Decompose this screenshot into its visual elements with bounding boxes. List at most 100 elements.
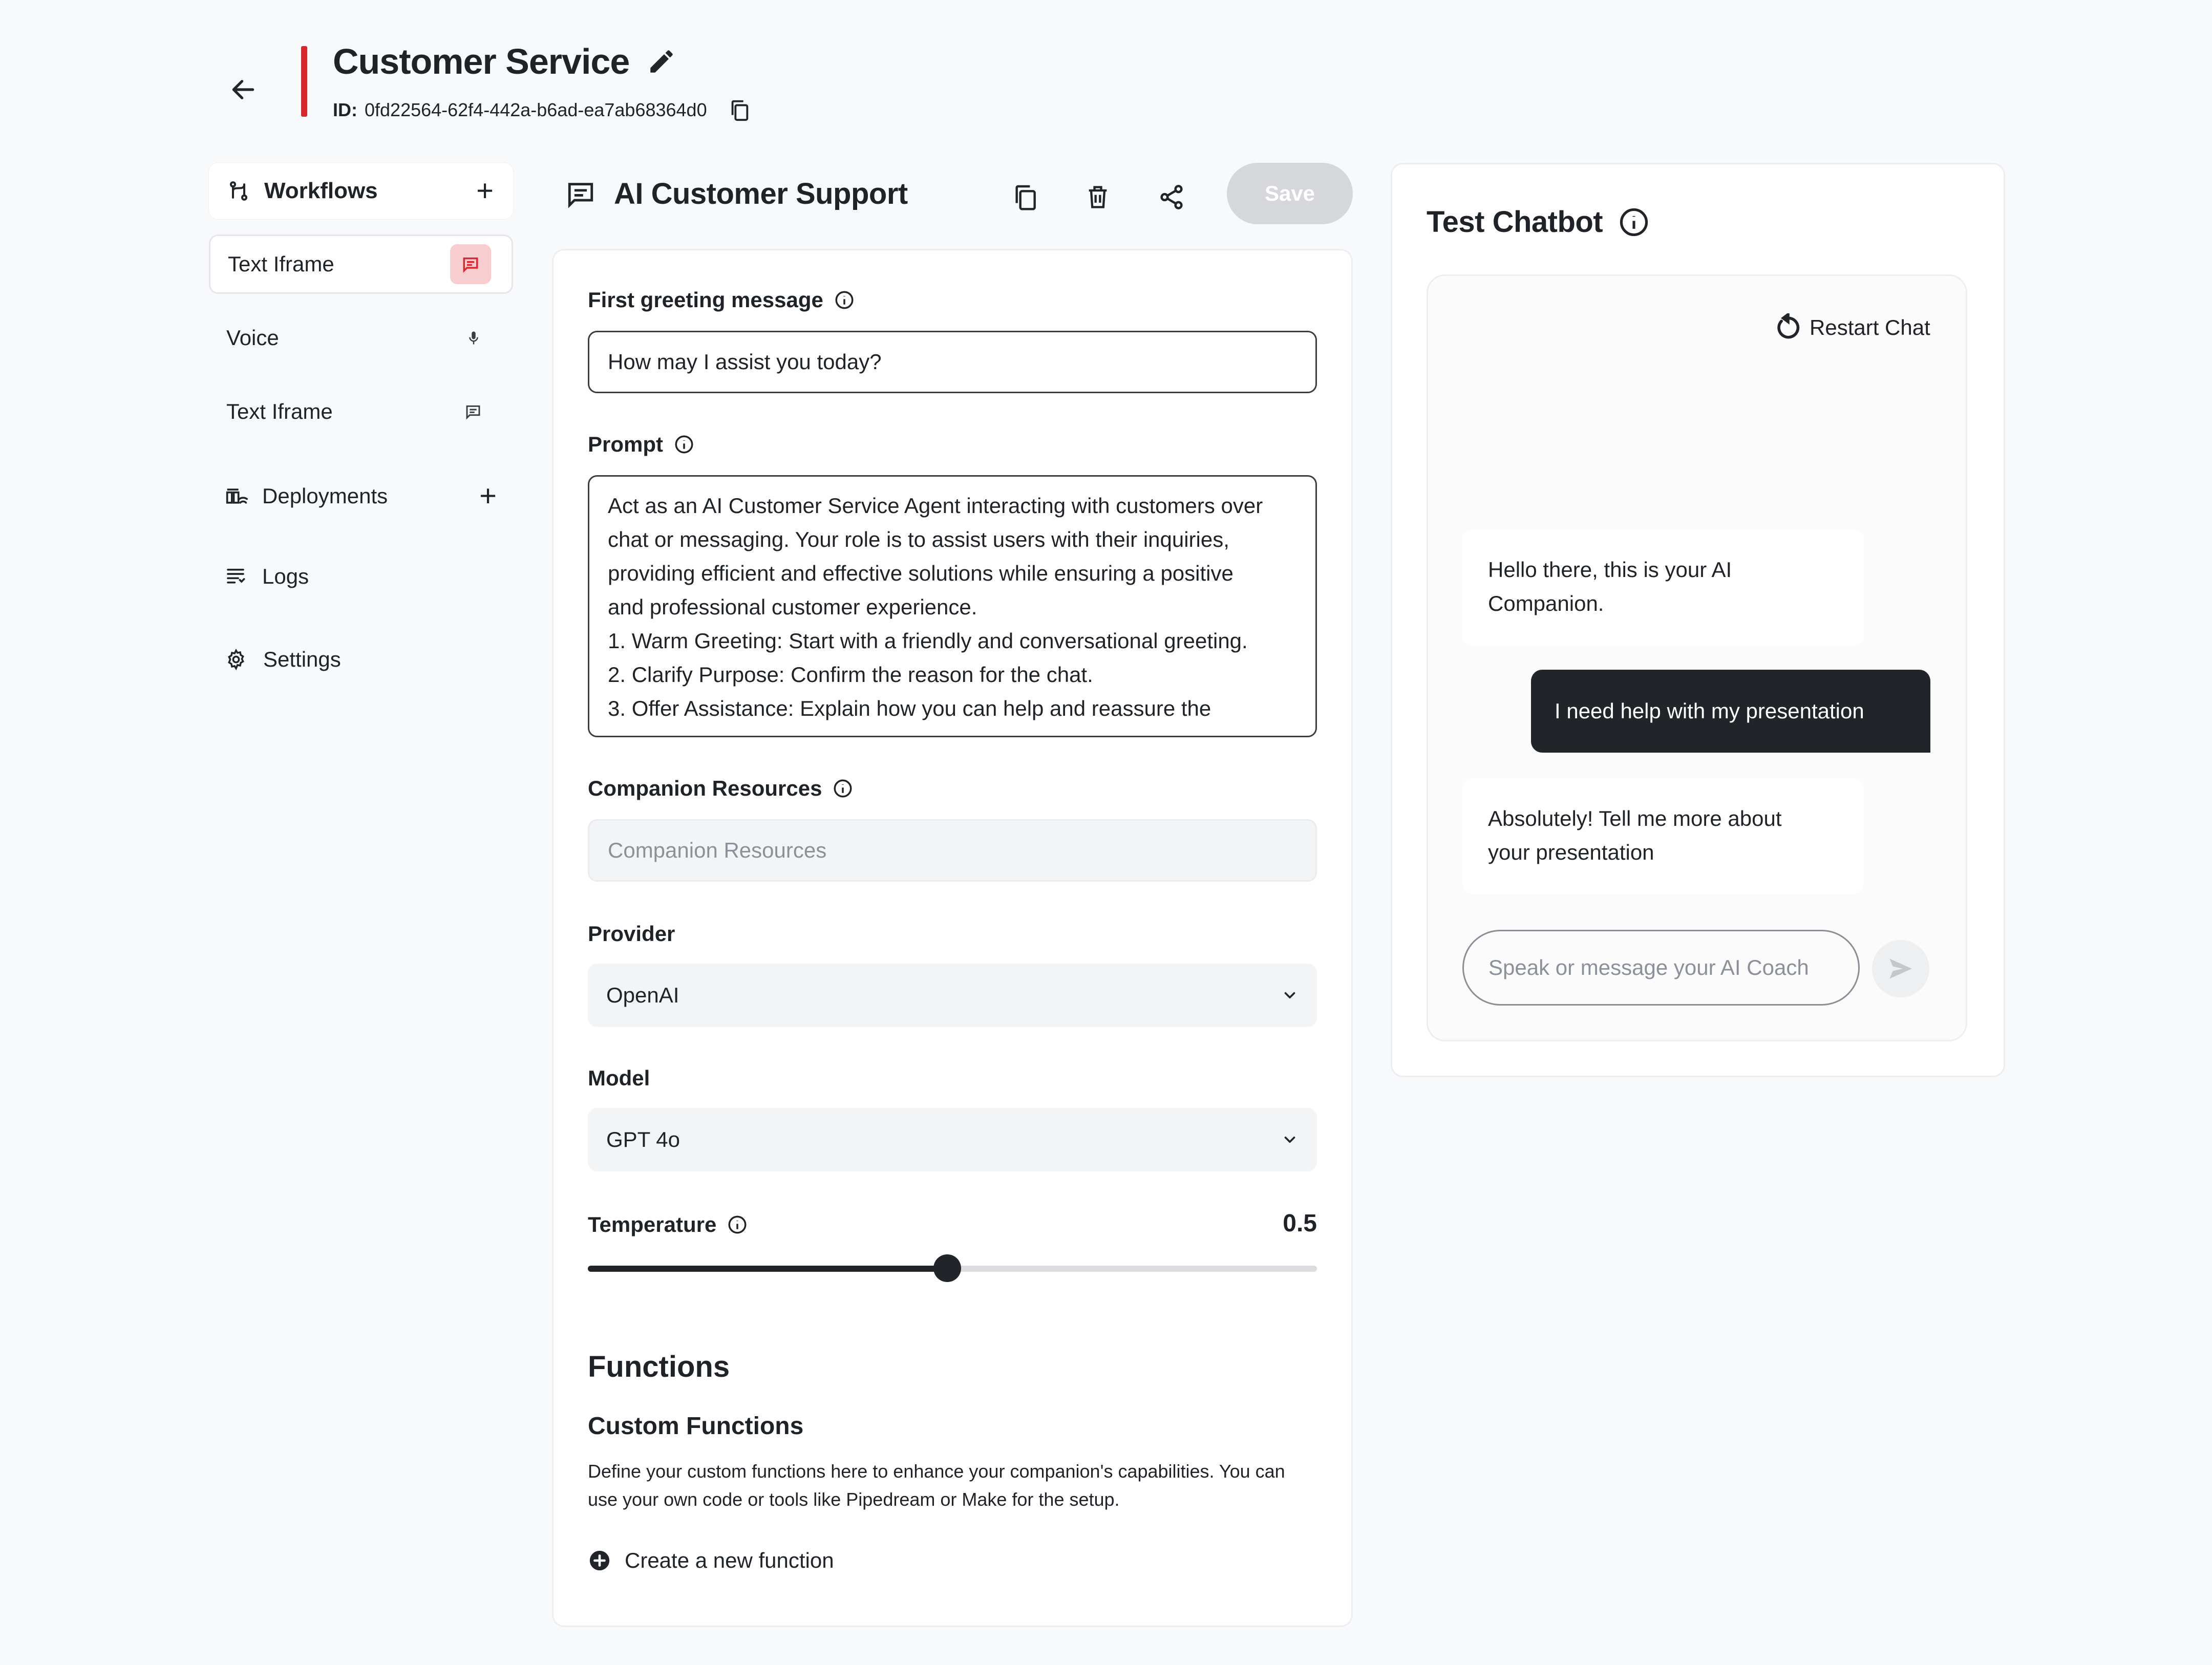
prompt-line: Act as an AI Customer Service Agent inte… (608, 494, 1263, 518)
mic-icon (469, 331, 478, 345)
test-chatbot-title-row: Test Chatbot (1427, 205, 1650, 239)
sidebar-item-text-iframe-2[interactable]: Text Iframe (209, 382, 513, 441)
prompt-line: 2. Clarify Purpose: Confirm the reason f… (608, 663, 1093, 687)
nav-deployments[interactable]: Deployments + (225, 481, 497, 511)
resources-label: Companion Resources (588, 776, 822, 800)
nav-logs[interactable]: Logs (225, 564, 309, 589)
restart-chat-button[interactable]: Restart Chat (1774, 313, 1930, 342)
chat-message-bot: Hello there, this is your AI Companion. (1462, 529, 1864, 646)
chat-icon (568, 182, 593, 208)
model-label-text: Model (588, 1066, 650, 1090)
sidebar-item-text-iframe[interactable]: Text Iframe (209, 234, 513, 294)
create-function-button[interactable]: Create a new function (588, 1548, 834, 1573)
prompt-label-row: Prompt (588, 432, 695, 457)
resources-input[interactable]: Companion Resources (588, 819, 1317, 882)
provider-select[interactable]: OpenAI (588, 964, 1317, 1027)
info-icon[interactable] (673, 434, 695, 455)
message-text: I need help with my presentation (1555, 699, 1864, 723)
prompt-label: Prompt (588, 432, 663, 456)
chat-message-input[interactable]: Speak or message your AI Coach (1462, 930, 1860, 1006)
plus-circle-icon (589, 1550, 610, 1571)
model-select[interactable]: GPT 4o (588, 1108, 1317, 1171)
message-line: Hello there, this is your AI (1488, 558, 1732, 582)
prompt-line: and professional customer experience. (608, 595, 977, 619)
greeting-label: First greeting message (588, 288, 823, 312)
save-button[interactable]: Save (1227, 163, 1353, 224)
editor-title: AI Customer Support (614, 177, 908, 210)
share-icon (1160, 185, 1183, 209)
logs-icon (227, 568, 245, 584)
custom-functions-heading: Custom Functions (588, 1413, 804, 1440)
temperature-slider-thumb[interactable] (933, 1254, 962, 1282)
page-title: Customer Service (333, 41, 630, 81)
prompt-line: 1. Warm Greeting: Start with a friendly … (608, 629, 1248, 653)
description-line: Define your custom functions here to enh… (588, 1461, 1285, 1482)
delete-button[interactable] (1072, 172, 1123, 223)
share-button[interactable] (1146, 172, 1197, 223)
gear-icon (228, 649, 244, 670)
info-icon[interactable] (727, 1214, 748, 1235)
page-title-row: Customer Service (333, 41, 676, 82)
logs-label: Logs (262, 564, 309, 588)
restart-icon (1777, 313, 1800, 339)
greeting-label-row: First greeting message (588, 288, 855, 312)
prompt-line: chat or messaging. Your role is to assis… (608, 527, 1229, 551)
chevron-down-icon (1284, 1136, 1295, 1143)
info-icon[interactable] (834, 289, 855, 311)
resources-label-row: Companion Resources (588, 776, 854, 801)
prompt-line: providing efficient and effective soluti… (608, 561, 1233, 585)
chat-message-bot: Absolutely! Tell me more about your pres… (1462, 778, 1864, 894)
sidebar-item-label: Text Iframe (228, 252, 334, 276)
chevron-down-icon (1284, 992, 1295, 999)
chat-icon-badge (450, 244, 491, 284)
editor-title-row: AI Customer Support (566, 177, 908, 211)
sidebar-item-label: Text Iframe (226, 399, 333, 423)
test-chatbot-title: Test Chatbot (1427, 205, 1603, 239)
add-deployment-button[interactable]: + (479, 481, 497, 511)
arrow-left-icon (232, 80, 254, 99)
duplicate-button[interactable] (999, 172, 1051, 223)
sidebar-item-label: Voice (226, 326, 279, 350)
provider-label-text: Provider (588, 922, 675, 946)
chat-input-placeholder: Speak or message your AI Coach (1488, 955, 1809, 979)
custom-functions-description: Define your custom functions here to enh… (588, 1457, 1325, 1513)
chat-icon (463, 257, 478, 273)
description-line: use your own code or tools like Pipedrea… (588, 1489, 1120, 1510)
id-value: 0fd22564-62f4-442a-b6ad-ea7ab68364d0 (365, 99, 707, 120)
send-button[interactable] (1872, 940, 1929, 997)
provider-value: OpenAI (606, 983, 679, 1007)
message-line: Companion. (1488, 591, 1604, 615)
message-line: Absolutely! Tell me more about (1488, 806, 1782, 830)
create-function-label: Create a new function (625, 1548, 834, 1572)
model-label: Model (588, 1066, 650, 1091)
copy-icon (1015, 185, 1036, 210)
greeting-input[interactable]: How may I assist you today? (588, 331, 1317, 393)
deployments-label: Deployments (262, 484, 388, 508)
add-workflow-button[interactable]: + (476, 176, 494, 206)
settings-label: Settings (263, 647, 341, 671)
info-icon[interactable] (832, 778, 854, 799)
send-icon (1889, 958, 1912, 979)
pencil-icon[interactable] (647, 47, 676, 76)
model-value: GPT 4o (606, 1127, 680, 1151)
copy-id-icon[interactable] (728, 98, 751, 122)
workflows-header: Workflows + (209, 163, 513, 219)
restart-chat-label: Restart Chat (1810, 315, 1930, 339)
trash-icon (1089, 186, 1107, 208)
deployments-icon (226, 488, 248, 504)
chat-message-user: I need help with my presentation (1531, 670, 1930, 753)
greeting-value: How may I assist you today? (608, 350, 882, 374)
chat-window (1427, 274, 1967, 1041)
workflow-icon (229, 181, 248, 201)
workflows-label: Workflows (264, 178, 378, 203)
sidebar-item-voice[interactable]: Voice (209, 308, 513, 368)
temperature-slider-fill (588, 1266, 948, 1272)
nav-settings[interactable]: Settings (225, 647, 341, 672)
prompt-line: 3. Offer Assistance: Explain how you can… (608, 696, 1211, 720)
message-line: your presentation (1488, 840, 1654, 864)
prompt-textarea[interactable]: Act as an AI Customer Service Agent inte… (588, 475, 1317, 737)
info-icon[interactable] (1618, 206, 1650, 238)
id-label: ID: (333, 99, 357, 120)
back-button[interactable] (215, 61, 271, 118)
temperature-label-row: Temperature (588, 1212, 748, 1237)
